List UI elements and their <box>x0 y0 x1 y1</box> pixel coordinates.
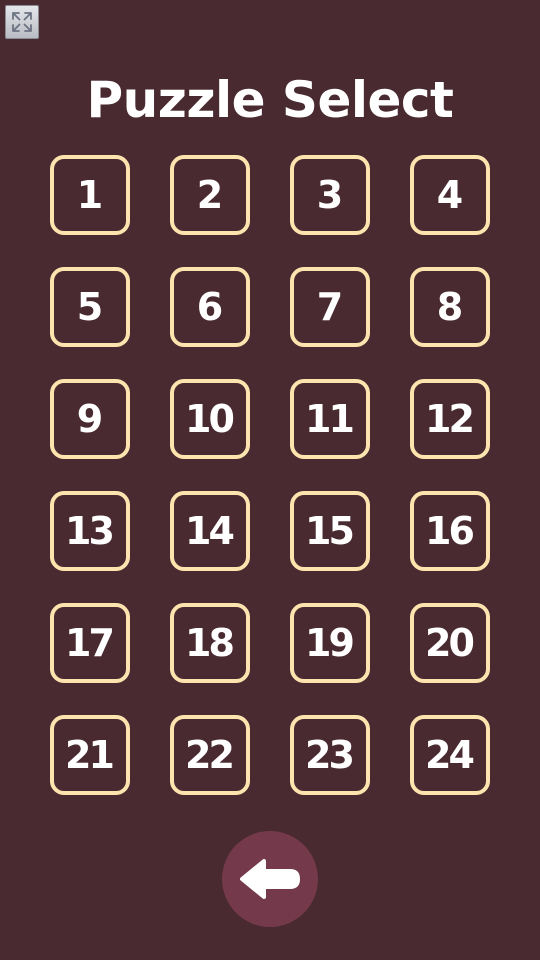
level-label: 15 <box>305 509 355 553</box>
level-button-18[interactable]: 18 <box>170 603 250 683</box>
level-label: 12 <box>425 397 475 441</box>
level-button-7[interactable]: 7 <box>290 267 370 347</box>
level-label: 6 <box>196 285 224 329</box>
level-label: 3 <box>316 173 344 217</box>
level-label: 21 <box>65 733 115 777</box>
level-label: 8 <box>436 285 464 329</box>
level-label: 13 <box>65 509 115 553</box>
level-label: 9 <box>76 397 104 441</box>
level-button-2[interactable]: 2 <box>170 155 250 235</box>
level-label: 17 <box>65 621 115 665</box>
level-button-21[interactable]: 21 <box>50 715 130 795</box>
level-button-5[interactable]: 5 <box>50 267 130 347</box>
level-label: 10 <box>185 397 235 441</box>
level-label: 23 <box>305 733 355 777</box>
level-button-14[interactable]: 14 <box>170 491 250 571</box>
arrow-left-icon <box>240 859 300 899</box>
level-button-23[interactable]: 23 <box>290 715 370 795</box>
level-button-9[interactable]: 9 <box>50 379 130 459</box>
fullscreen-icon <box>12 12 32 32</box>
level-label: 24 <box>425 733 475 777</box>
level-button-19[interactable]: 19 <box>290 603 370 683</box>
level-label: 18 <box>185 621 235 665</box>
level-button-17[interactable]: 17 <box>50 603 130 683</box>
level-button-6[interactable]: 6 <box>170 267 250 347</box>
level-label: 22 <box>185 733 235 777</box>
level-label: 16 <box>425 509 475 553</box>
level-button-15[interactable]: 15 <box>290 491 370 571</box>
level-label: 1 <box>76 173 104 217</box>
level-button-11[interactable]: 11 <box>290 379 370 459</box>
level-label: 7 <box>316 285 344 329</box>
level-button-12[interactable]: 12 <box>410 379 490 459</box>
level-button-10[interactable]: 10 <box>170 379 250 459</box>
level-button-20[interactable]: 20 <box>410 603 490 683</box>
fullscreen-button[interactable] <box>5 5 39 39</box>
level-label: 19 <box>305 621 355 665</box>
level-grid: 1 2 3 4 5 6 7 8 9 10 11 12 13 14 15 16 1… <box>50 155 490 795</box>
level-label: 5 <box>76 285 104 329</box>
page-title: Puzzle Select <box>86 71 454 129</box>
level-button-13[interactable]: 13 <box>50 491 130 571</box>
level-label: 20 <box>425 621 475 665</box>
level-button-22[interactable]: 22 <box>170 715 250 795</box>
level-label: 11 <box>305 397 355 441</box>
level-label: 4 <box>436 173 464 217</box>
level-button-3[interactable]: 3 <box>290 155 370 235</box>
level-label: 2 <box>196 173 224 217</box>
level-button-16[interactable]: 16 <box>410 491 490 571</box>
level-button-8[interactable]: 8 <box>410 267 490 347</box>
level-button-24[interactable]: 24 <box>410 715 490 795</box>
level-button-4[interactable]: 4 <box>410 155 490 235</box>
level-button-1[interactable]: 1 <box>50 155 130 235</box>
back-button[interactable] <box>222 831 318 927</box>
level-label: 14 <box>185 509 235 553</box>
